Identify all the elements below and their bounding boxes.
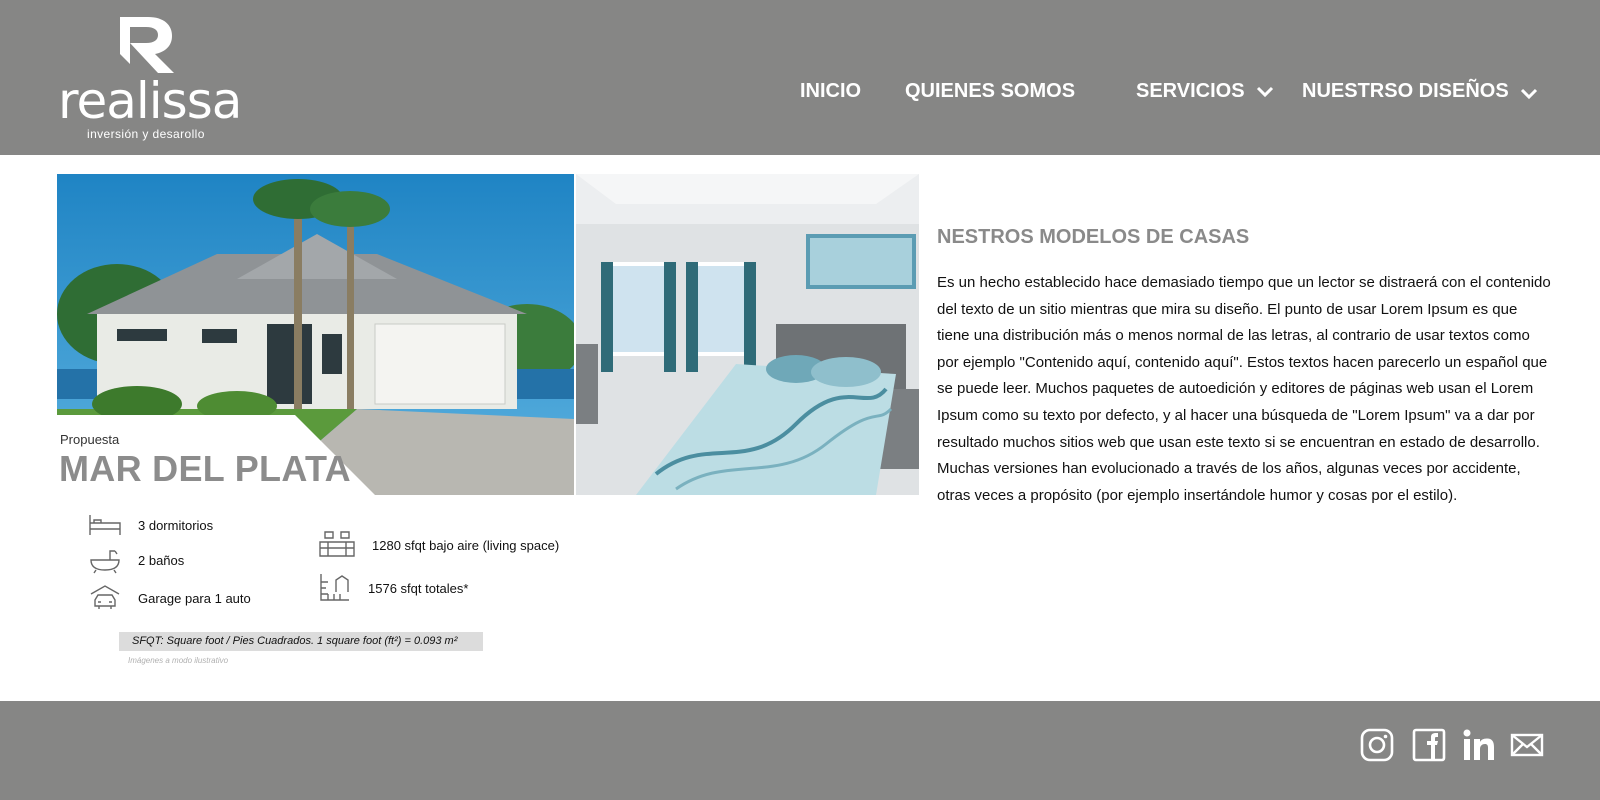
nav-inicio[interactable]: INICIO — [800, 79, 861, 103]
nav-quienes-somos[interactable]: QUIENES SOMOS — [905, 79, 1075, 103]
chevron-down-icon — [1257, 86, 1274, 97]
bedroom-interior-image — [576, 174, 919, 495]
car-icon — [90, 585, 120, 609]
property-name: MAR DEL PLATA — [59, 448, 351, 489]
feature-bedrooms: 3 dormitorios — [88, 511, 213, 539]
feature-text: 1280 sfqt bajo aire (living space) — [372, 537, 560, 553]
nav-label: QUIENES SOMOS — [905, 80, 1076, 102]
bed-icon — [89, 515, 121, 535]
nav-label: NUESTRSO DISEÑOS — [1302, 80, 1509, 102]
mail-icon[interactable] — [1510, 728, 1544, 762]
site-header: realissa inversión y desarollo INICIO QU… — [0, 0, 1600, 155]
brand-name: realissa — [58, 72, 242, 130]
image-disclaimer: Imágenes a modo ilustrativo — [128, 656, 229, 665]
logo-mark-icon — [120, 17, 174, 73]
feature-bathrooms: 2 baños — [88, 546, 184, 574]
proposal-label: Propuesta — [60, 432, 120, 447]
brand-tagline: inversión y desarollo — [87, 127, 205, 141]
feature-living-space: 1280 sfqt bajo aire (living space) — [318, 530, 559, 560]
instagram-icon[interactable] — [1360, 728, 1394, 762]
feature-text: 2 baños — [138, 552, 185, 568]
nav-label: SERVICIOS — [1136, 80, 1245, 102]
floorplan-icon — [320, 574, 349, 601]
section-title: NESTROS MODELOS DE CASAS — [937, 226, 1250, 248]
feature-text: 3 dormitorios — [138, 517, 214, 533]
linkedin-icon[interactable] — [1462, 728, 1496, 762]
house-exterior-image — [57, 174, 574, 495]
nav-servicios[interactable]: SERVICIOS — [1136, 79, 1274, 103]
feature-text: Garage para 1 auto — [138, 590, 251, 606]
feature-total-area: 1576 sfqt totales* — [318, 572, 468, 604]
section-body: Es un hecho establecido hace demasiado t… — [937, 274, 1551, 504]
nav-nuestros-disenos[interactable]: NUESTRSO DISEÑOS — [1302, 79, 1538, 103]
feature-text: 1576 sfqt totales* — [368, 580, 469, 596]
bathtub-icon — [90, 550, 120, 574]
brand-logo[interactable]: realissa inversión y desarollo — [58, 16, 242, 141]
feature-garage: Garage para 1 auto — [88, 584, 251, 612]
nav-label: INICIO — [800, 80, 862, 102]
sofa-icon — [319, 531, 355, 557]
facebook-icon[interactable] — [1412, 728, 1446, 762]
chevron-down-icon — [1521, 88, 1538, 99]
sqft-note: SFQT: Square foot / Pies Cuadrados. 1 sq… — [119, 632, 483, 651]
